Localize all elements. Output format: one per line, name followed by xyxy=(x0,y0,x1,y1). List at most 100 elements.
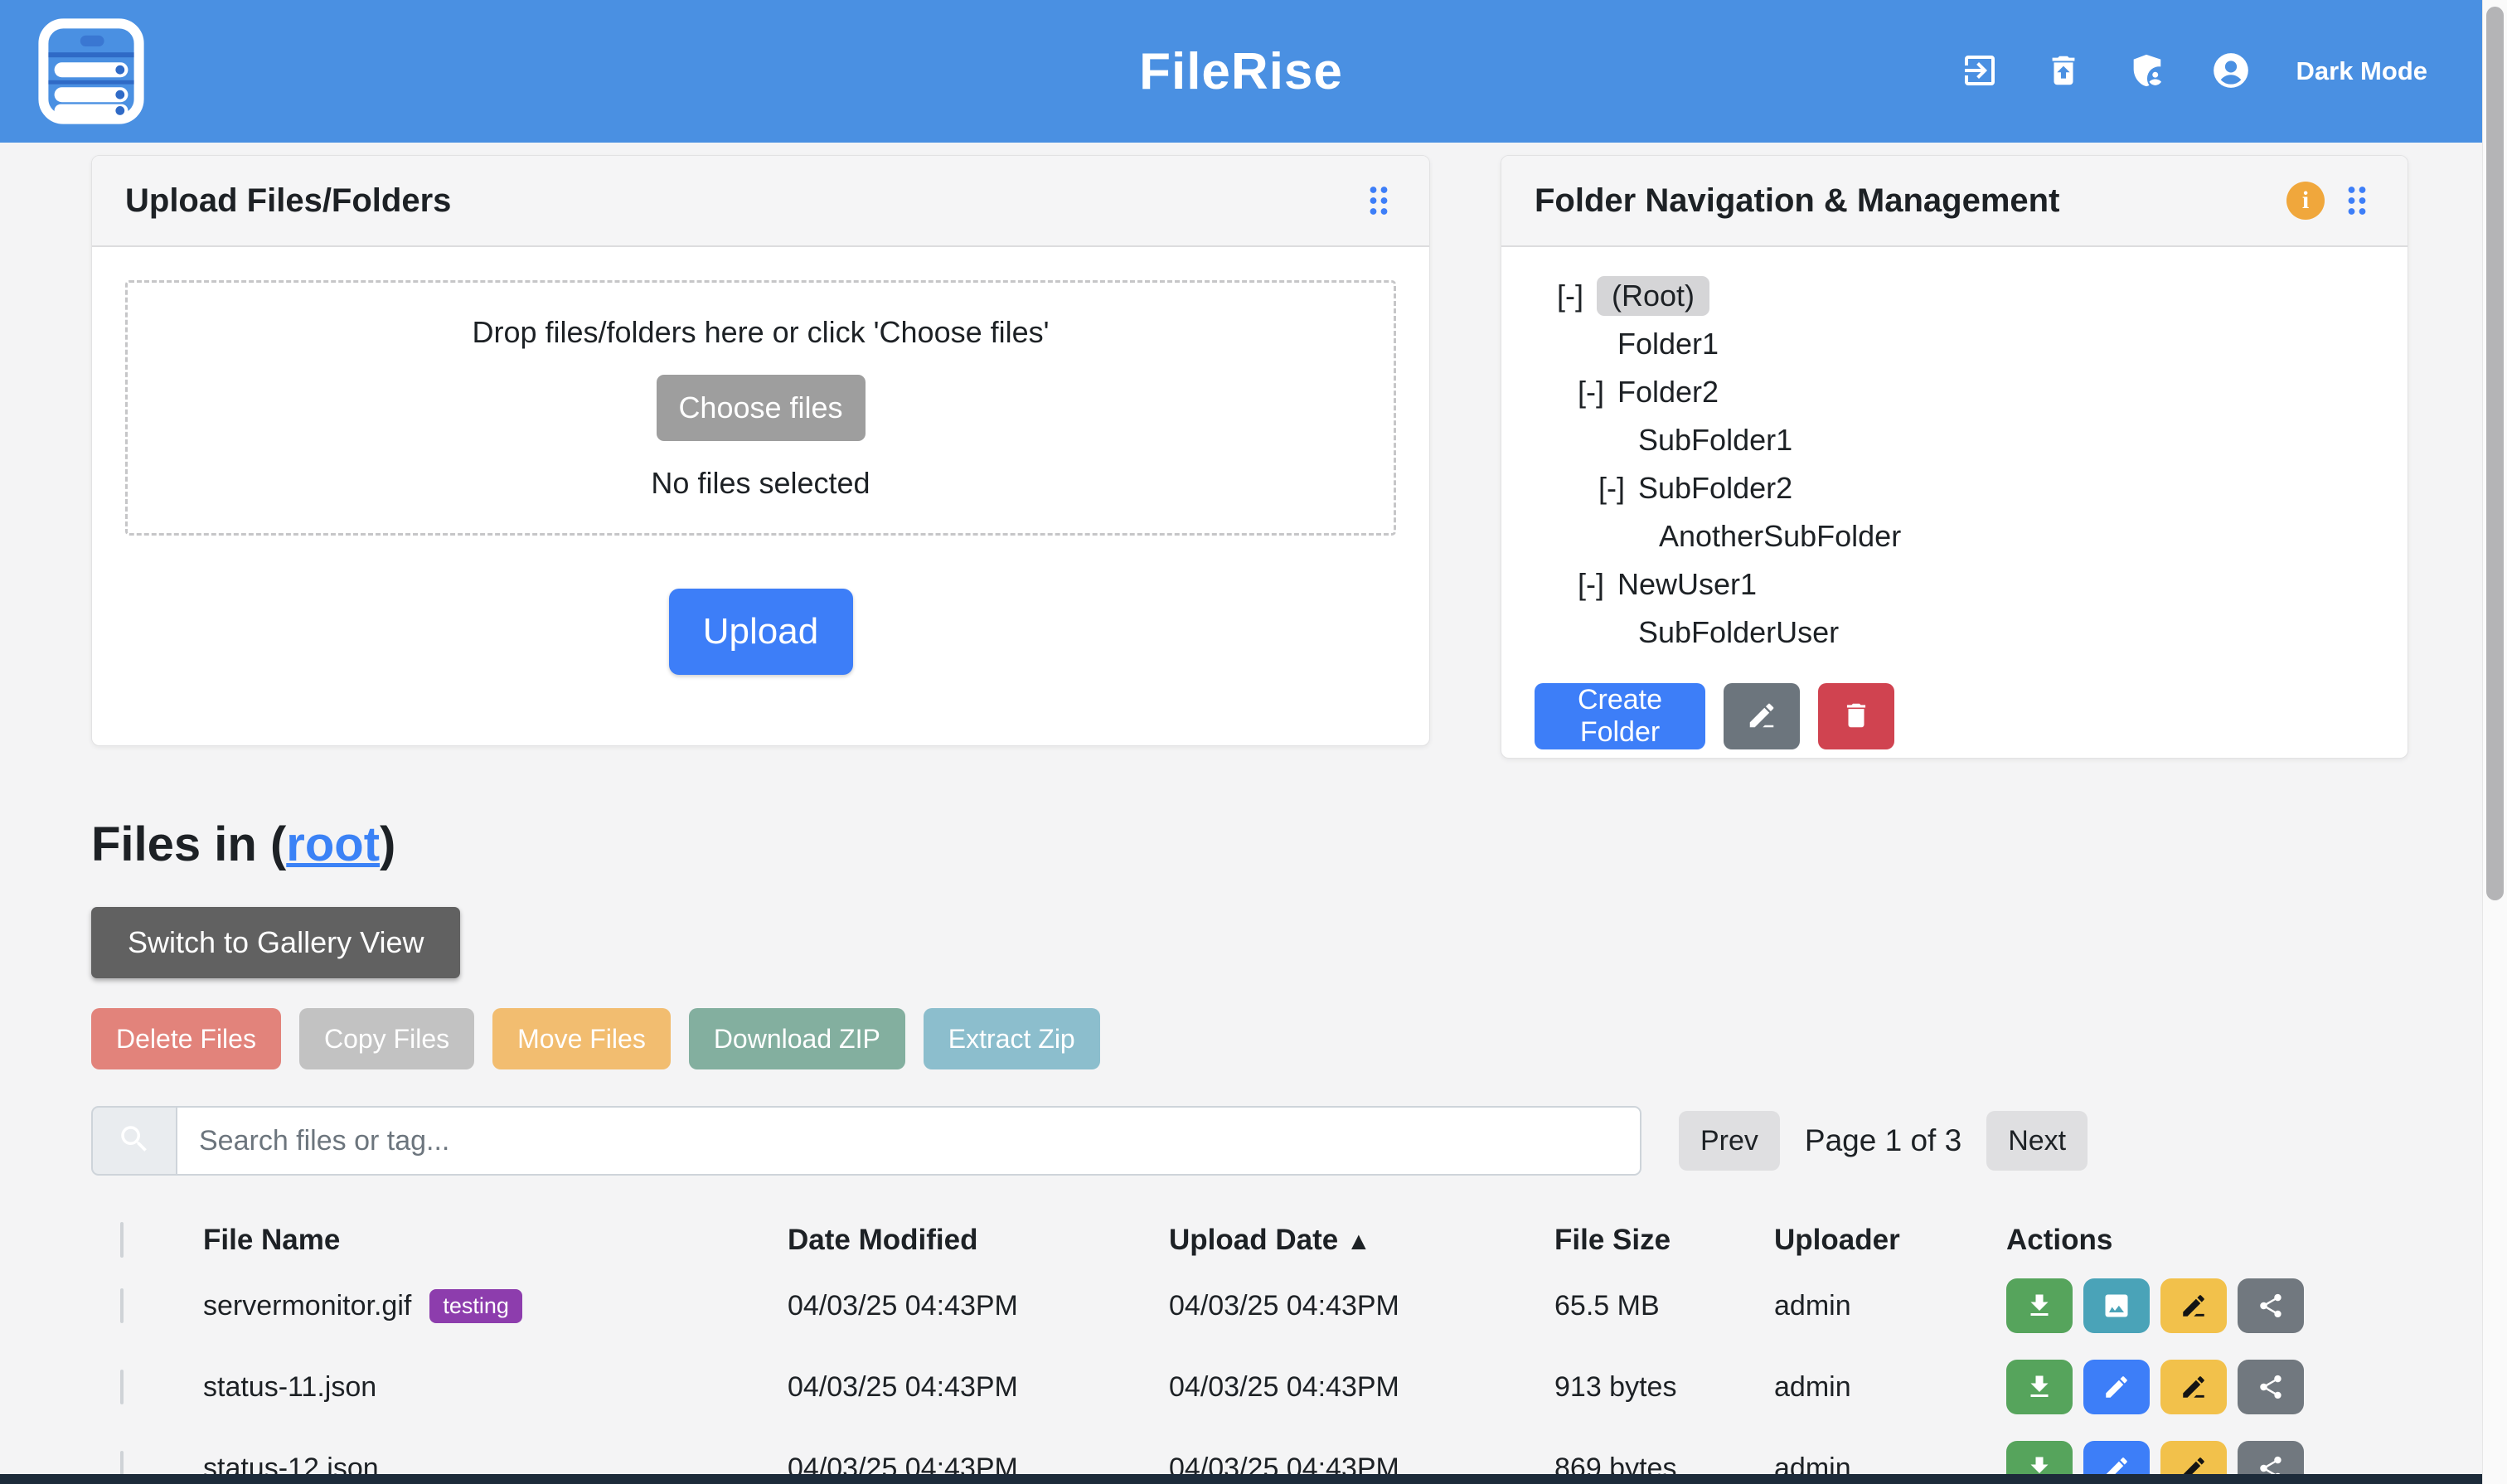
file-name[interactable]: status-11.json xyxy=(203,1371,376,1404)
trash-icon xyxy=(1840,700,1872,734)
folder-tree-item[interactable]: Folder1 xyxy=(1535,320,2374,368)
dark-mode-toggle[interactable]: Dark Mode xyxy=(2296,56,2427,86)
account-button[interactable] xyxy=(2210,50,2252,94)
logout-button[interactable] xyxy=(1960,51,2000,93)
choose-files-button[interactable]: Choose files xyxy=(657,375,866,441)
folder-tree-item[interactable]: [-]SubFolder2 xyxy=(1535,464,2374,512)
tree-expander[interactable]: [-] xyxy=(1555,567,1617,602)
logout-icon xyxy=(1960,51,2000,93)
delete-folder-button[interactable] xyxy=(1818,683,1894,749)
table-row: servermonitor.giftesting04/03/25 04:43PM… xyxy=(91,1265,2408,1346)
no-files-text: No files selected xyxy=(651,466,870,501)
rename-button[interactable] xyxy=(2160,1360,2227,1414)
date-modified-cell: 04/03/25 04:43PM xyxy=(788,1371,1169,1404)
col-file-name[interactable]: File Name xyxy=(203,1224,788,1257)
tree-expander[interactable]: [-] xyxy=(1576,471,1638,506)
select-all-checkbox[interactable] xyxy=(120,1222,124,1258)
gallery-view-toggle[interactable]: Switch to Gallery View xyxy=(91,907,460,978)
upload-button[interactable]: Upload xyxy=(669,589,853,675)
col-uploader[interactable]: Uploader xyxy=(1774,1224,2006,1257)
files-heading-suffix: ) xyxy=(380,817,395,871)
prev-page-button[interactable]: Prev xyxy=(1679,1111,1780,1171)
file-size-cell: 65.5 MB xyxy=(1554,1290,1774,1322)
scrollbar-track[interactable] xyxy=(2482,0,2507,1484)
download-icon xyxy=(2025,1372,2054,1402)
share-icon xyxy=(2257,1373,2285,1401)
folder-tree-item[interactable]: AnotherSubFolder xyxy=(1535,512,2374,560)
rename-icon xyxy=(2180,1292,2208,1320)
folder-tree-item[interactable]: SubFolder1 xyxy=(1535,416,2374,464)
extract-zip-button[interactable]: Extract Zip xyxy=(924,1008,1100,1069)
pencil-icon xyxy=(1746,700,1777,734)
file-name[interactable]: servermonitor.gif xyxy=(203,1290,411,1322)
uploader-cell: admin xyxy=(1774,1290,2006,1322)
col-date-modified[interactable]: Date Modified xyxy=(788,1224,1169,1257)
col-actions: Actions xyxy=(2006,1224,2408,1257)
search-input[interactable] xyxy=(176,1106,1641,1176)
tree-label[interactable]: SubFolderUser xyxy=(1638,615,1839,650)
tree-label[interactable]: AnotherSubFolder xyxy=(1659,519,1901,554)
tree-label[interactable]: Folder2 xyxy=(1617,375,1719,410)
share-button[interactable] xyxy=(2238,1278,2304,1333)
file-size-cell: 913 bytes xyxy=(1554,1371,1774,1404)
create-folder-button[interactable]: Create Folder xyxy=(1535,683,1705,749)
row-checkbox[interactable] xyxy=(120,1288,124,1323)
folder-tree-item[interactable]: [-]Folder2 xyxy=(1535,368,2374,416)
uploader-cell: admin xyxy=(1774,1371,2006,1404)
drag-handle-icon[interactable] xyxy=(1368,182,1396,220)
info-icon[interactable]: i xyxy=(2286,182,2325,220)
admin-shield-icon xyxy=(2127,51,2165,92)
col-file-size[interactable]: File Size xyxy=(1554,1224,1774,1257)
folder-tree-item[interactable]: [-](Root) xyxy=(1535,272,2374,320)
tree-label[interactable]: SubFolder2 xyxy=(1638,471,1792,506)
rename-button[interactable] xyxy=(2160,1278,2227,1333)
files-heading: Files in (root) xyxy=(91,817,2507,872)
upload-dropzone[interactable]: Drop files/folders here or click 'Choose… xyxy=(125,280,1396,536)
table-header-row: File Name Date Modified Upload Date ▲ Fi… xyxy=(91,1215,2408,1265)
preview-button[interactable] xyxy=(2083,1278,2150,1333)
tree-label[interactable]: Folder1 xyxy=(1617,327,1719,361)
share-button[interactable] xyxy=(2238,1360,2304,1414)
copy-files-button[interactable]: Copy Files xyxy=(299,1008,474,1069)
tree-label[interactable]: SubFolder1 xyxy=(1638,423,1792,458)
edit-button[interactable] xyxy=(2083,1360,2150,1414)
footer-bar xyxy=(0,1474,2482,1484)
tree-expander[interactable]: [-] xyxy=(1555,375,1617,410)
download-button[interactable] xyxy=(2006,1360,2073,1414)
next-page-button[interactable]: Next xyxy=(1986,1111,2088,1171)
admin-shield-button[interactable] xyxy=(2127,51,2165,92)
root-folder-link[interactable]: root xyxy=(286,817,380,871)
app-header: FileRise Dark Mode xyxy=(0,0,2482,143)
col-upload-date[interactable]: Upload Date ▲ xyxy=(1169,1224,1554,1257)
rename-folder-button[interactable] xyxy=(1724,683,1800,749)
folder-tree: [-](Root)Folder1[-]Folder2SubFolder1[-]S… xyxy=(1535,272,2374,657)
tree-label[interactable]: NewUser1 xyxy=(1617,567,1757,602)
account-icon xyxy=(2210,50,2252,94)
upload-date-cell: 04/03/25 04:43PM xyxy=(1169,1290,1554,1322)
row-actions xyxy=(2006,1360,2408,1414)
sort-arrow-icon: ▲ xyxy=(1346,1228,1371,1255)
download-button[interactable] xyxy=(2006,1278,2073,1333)
scrollbar-thumb[interactable] xyxy=(2486,7,2504,900)
download-icon xyxy=(2025,1291,2054,1321)
search-addon xyxy=(91,1106,176,1176)
row-checkbox[interactable] xyxy=(120,1370,124,1404)
bulk-actions-row: Delete Files Copy Files Move Files Download… xyxy=(91,1008,2507,1069)
date-modified-cell: 04/03/25 04:43PM xyxy=(788,1290,1169,1322)
edit-icon xyxy=(2102,1373,2131,1401)
delete-files-button[interactable]: Delete Files xyxy=(91,1008,281,1069)
table-body: servermonitor.giftesting04/03/25 04:43PM… xyxy=(91,1265,2408,1484)
upload-card: Upload Files/Folders Drop files/folders … xyxy=(91,155,1430,746)
tree-expander[interactable]: [-] xyxy=(1535,279,1597,313)
restore-trash-button[interactable] xyxy=(2044,51,2083,92)
download-zip-button[interactable]: Download ZIP xyxy=(689,1008,905,1069)
drag-handle-icon[interactable] xyxy=(2346,182,2374,220)
tree-label[interactable]: (Root) xyxy=(1597,276,1709,316)
upload-date-cell: 04/03/25 04:43PM xyxy=(1169,1371,1554,1404)
files-heading-prefix: Files in ( xyxy=(91,817,286,871)
folder-tree-item[interactable]: SubFolderUser xyxy=(1535,609,2374,657)
preview-icon xyxy=(2102,1291,2131,1321)
rename-icon xyxy=(2180,1373,2208,1401)
folder-tree-item[interactable]: [-]NewUser1 xyxy=(1535,560,2374,609)
move-files-button[interactable]: Move Files xyxy=(492,1008,671,1069)
